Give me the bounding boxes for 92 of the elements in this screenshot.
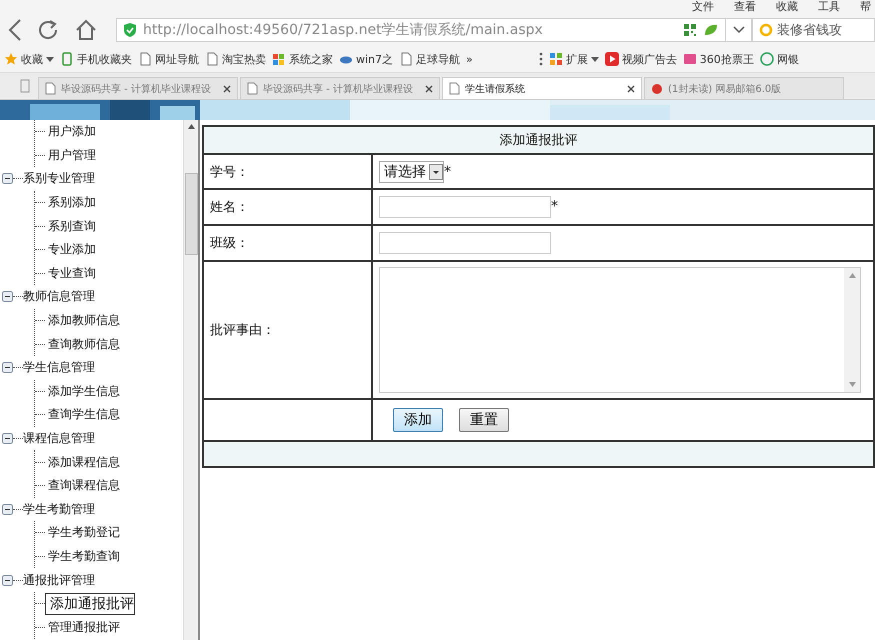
- scrollbar-thumb[interactable]: [184, 173, 198, 255]
- bookmark[interactable]: win7之: [339, 52, 394, 66]
- dropdown-button[interactable]: [726, 18, 752, 42]
- page-icon: [399, 52, 414, 66]
- field-label: 学号：: [203, 154, 372, 189]
- bookmark[interactable]: 网址导航: [138, 52, 199, 66]
- up-arrow-icon[interactable]: [188, 124, 194, 129]
- tree-item[interactable]: 查询课程信息: [45, 475, 123, 496]
- collapse-icon[interactable]: [2, 504, 13, 515]
- browser-tab[interactable]: 学生请假系统: [442, 77, 642, 99]
- play-icon: [604, 52, 619, 66]
- field-label: 姓名：: [203, 189, 372, 225]
- tree-item[interactable]: 添加通报批评: [45, 592, 135, 615]
- field-label: 班级：: [203, 225, 372, 261]
- tree-item[interactable]: 用户管理: [45, 144, 99, 166]
- tree-item[interactable]: 学生信息管理: [23, 359, 95, 376]
- grid-icon: [548, 52, 563, 66]
- phone-icon: [60, 52, 74, 66]
- form-button[interactable]: 重置: [459, 408, 509, 432]
- star-icon: [4, 52, 18, 66]
- bookmark[interactable]: 视频广告去: [604, 52, 677, 66]
- browser-tab[interactable]: 毕设源码共享 - 计算机毕业课程设: [240, 77, 440, 99]
- back-icon[interactable]: [8, 18, 22, 42]
- input-field[interactable]: [379, 196, 551, 218]
- scrollbar[interactable]: [183, 120, 198, 640]
- bookmark[interactable]: 足球导航: [399, 52, 460, 66]
- page-icon: [138, 52, 152, 66]
- tree-item[interactable]: 添加课程信息: [45, 452, 123, 473]
- tree-item[interactable]: 系别添加: [45, 192, 99, 214]
- tree-item[interactable]: 学生考勤查询: [45, 546, 123, 567]
- required-mark: *: [551, 198, 558, 215]
- tree-item[interactable]: 用户添加: [45, 121, 99, 142]
- required-mark: *: [444, 164, 451, 180]
- address-bar[interactable]: http://localhost:49560/721asp.net学生请假系统/main.aspx: [116, 18, 726, 42]
- more-dots-icon[interactable]: [538, 52, 543, 66]
- qr-code-icon[interactable]: [683, 23, 697, 37]
- bookmark[interactable]: 淘宝热卖: [205, 52, 266, 66]
- win-icon: [272, 52, 286, 66]
- browser-tab[interactable]: (1封未读) 网易邮箱6.0版: [644, 77, 844, 99]
- search-engine-icon: [759, 23, 773, 37]
- collapse-icon[interactable]: [2, 574, 13, 586]
- bookmark[interactable]: »: [466, 52, 473, 66]
- menu-item[interactable]: 文件: [692, 0, 714, 14]
- collapse-icon[interactable]: [2, 433, 13, 444]
- tree-item[interactable]: 管理通报批评: [45, 616, 123, 638]
- bookmark[interactable]: 系统之家: [272, 52, 333, 66]
- bookmark[interactable]: 手机收藏夹: [60, 52, 132, 66]
- browser-tab[interactable]: 毕设源码共享 - 计算机毕业课程设: [38, 77, 238, 99]
- collapse-icon[interactable]: [2, 291, 13, 302]
- collapse-icon[interactable]: [2, 362, 13, 374]
- refresh-icon[interactable]: [36, 18, 60, 42]
- collapse-icon[interactable]: [2, 173, 13, 184]
- tree-item[interactable]: 添加学生信息: [45, 380, 123, 402]
- menu-item[interactable]: 查看: [734, 0, 756, 14]
- tree-item[interactable]: 专业添加: [45, 239, 99, 260]
- tree-item[interactable]: 查询学生信息: [45, 404, 123, 426]
- bookmark[interactable]: 网银: [760, 52, 799, 66]
- menu-item[interactable]: 帮: [860, 0, 871, 14]
- chevron-down-icon: [732, 26, 744, 34]
- caret-icon[interactable]: [590, 56, 599, 62]
- field-label: 批评事由：: [203, 261, 372, 399]
- tree-item[interactable]: 学生考勤管理: [23, 500, 95, 518]
- form-button[interactable]: 添加: [393, 408, 443, 432]
- bookmark[interactable]: 360抢票王: [682, 52, 754, 66]
- tree-item[interactable]: 添加教师信息: [45, 310, 123, 332]
- bookmark[interactable]: 扩展: [548, 52, 588, 66]
- close-icon[interactable]: [425, 84, 433, 92]
- tree-item[interactable]: 系别查询: [45, 216, 99, 237]
- menu-item[interactable]: 收藏: [776, 0, 798, 14]
- search-field[interactable]: 装修省钱攻: [752, 18, 875, 42]
- page-icon: [449, 82, 460, 95]
- tree-item[interactable]: 通报批评管理: [23, 572, 95, 589]
- tree-item[interactable]: 学生考勤登记: [45, 522, 123, 544]
- menu-item[interactable]: 工具: [818, 0, 840, 14]
- home-icon[interactable]: [74, 18, 98, 42]
- close-icon[interactable]: [223, 84, 231, 92]
- input-field[interactable]: [379, 232, 551, 254]
- leaf-icon[interactable]: [703, 23, 719, 37]
- tree-item[interactable]: 教师信息管理: [23, 288, 95, 306]
- tree-item[interactable]: 专业查询: [45, 262, 99, 284]
- bookmark[interactable]: 收藏: [4, 52, 43, 66]
- page-icon: [247, 82, 258, 95]
- tree-item[interactable]: 课程信息管理: [23, 430, 95, 448]
- tree-item[interactable]: 查询教师信息: [45, 334, 123, 355]
- form-title: 添加通报批评: [203, 126, 874, 154]
- page-icon: [45, 82, 56, 95]
- page-icon: [205, 52, 219, 66]
- shield-icon: [123, 22, 137, 38]
- close-icon[interactable]: [627, 84, 635, 92]
- select-field[interactable]: 请选择: [379, 160, 444, 182]
- caret-icon[interactable]: [46, 56, 54, 62]
- tree-item[interactable]: 系别专业管理: [23, 170, 95, 188]
